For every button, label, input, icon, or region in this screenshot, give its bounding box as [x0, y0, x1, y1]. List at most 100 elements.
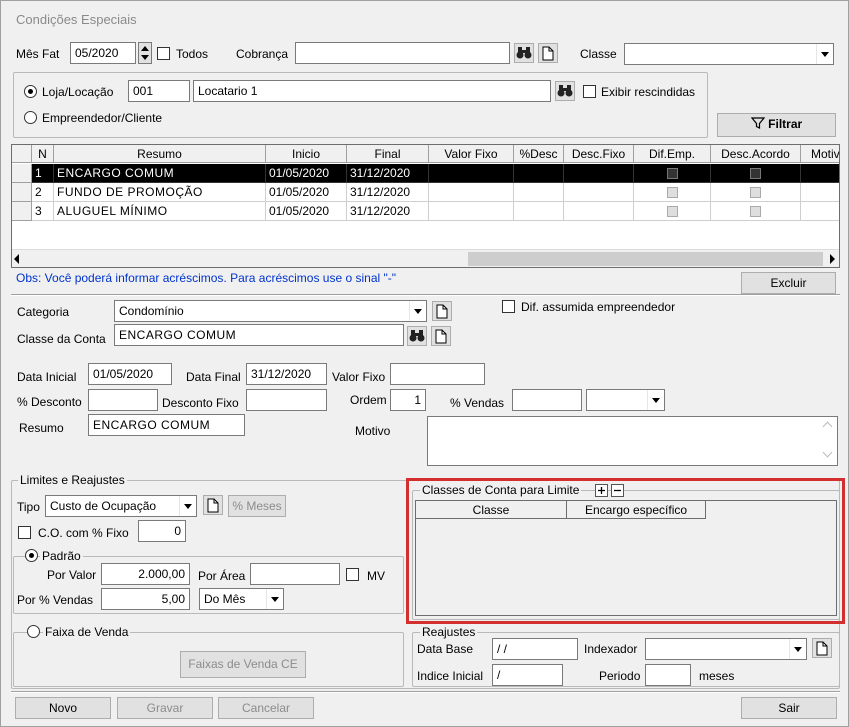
cell-motivo: [801, 164, 839, 183]
grid-horizontal-scrollbar[interactable]: [12, 249, 839, 267]
por-valor-input[interactable]: 2.000,00: [101, 563, 190, 585]
cell-desc-fixo: [564, 183, 634, 202]
periodo-select[interactable]: Do Mês: [199, 588, 284, 610]
pct-desconto-input[interactable]: [88, 389, 158, 411]
grid-header-inicio[interactable]: Inicio: [266, 145, 347, 163]
categoria-new-button[interactable]: [432, 301, 452, 321]
chevron-down-icon: [266, 589, 283, 609]
gravar-button[interactable]: Gravar: [117, 697, 213, 719]
por-vendas-input[interactable]: 5,00: [101, 588, 190, 610]
mes-fat-spinner[interactable]: [138, 42, 152, 64]
chevron-down-icon: [789, 639, 806, 659]
grid-header-pct-desc[interactable]: %Desc: [514, 145, 564, 163]
plus-icon: [598, 487, 605, 494]
filtrar-button[interactable]: Filtrar: [717, 113, 836, 137]
grid-header-n[interactable]: N: [32, 145, 54, 163]
grid-header-motivo[interactable]: Motiv: [801, 145, 839, 163]
motivo-scrollbar[interactable]: [820, 417, 837, 465]
cancelar-button[interactable]: Cancelar: [218, 697, 314, 719]
faixa-radio[interactable]: [27, 625, 40, 638]
motivo-textarea[interactable]: [427, 416, 838, 466]
meses-label: meses: [699, 669, 735, 683]
desc-acordo-checkbox-icon: [750, 168, 761, 180]
data-base-input[interactable]: / /: [492, 638, 578, 660]
grid-header-final[interactable]: Final: [347, 145, 429, 163]
pct-vendas-period-select[interactable]: [586, 389, 665, 411]
desconto-fixo-input[interactable]: [246, 389, 327, 411]
pct-desconto-label: % Desconto: [17, 395, 82, 409]
cell-dif-emp[interactable]: [634, 164, 711, 183]
tipo-new-button[interactable]: [203, 495, 223, 515]
loja-search-button[interactable]: [555, 81, 575, 101]
conditions-grid[interactable]: N Resumo Inicio Final Valor Fixo %Desc D…: [11, 144, 840, 268]
dif-assumida-checkbox[interactable]: [502, 300, 515, 313]
loja-radio[interactable]: [24, 85, 37, 98]
dif-assumida-label: Dif. assumida empreendedor: [521, 300, 676, 314]
todos-checkbox[interactable]: [157, 47, 170, 60]
co-fixo-checkbox[interactable]: [18, 526, 31, 539]
classe-conta-search-button[interactable]: [407, 326, 427, 346]
classes-header-encargo[interactable]: Encargo específico: [567, 501, 706, 519]
tipo-select[interactable]: Custo de Ocupação: [45, 495, 197, 517]
pct-vendas-input[interactable]: [512, 389, 582, 411]
por-area-label: Por Área: [198, 569, 246, 583]
cell-n: 1: [32, 164, 54, 183]
indexador-select[interactable]: [645, 638, 807, 660]
classe-conta-new-button[interactable]: [431, 326, 451, 346]
cell-desc-acordo[interactable]: [711, 164, 801, 183]
grid-header-dif-emp[interactable]: Dif.Emp.: [634, 145, 711, 163]
valor-fixo-input[interactable]: [390, 363, 485, 385]
scroll-down-icon[interactable]: [822, 447, 833, 458]
cobranca-new-button[interactable]: [538, 43, 558, 63]
resumo-input[interactable]: ENCARGO COMUM: [88, 414, 245, 436]
cobranca-input[interactable]: [295, 42, 510, 64]
padrao-radio[interactable]: [25, 549, 38, 562]
grid-header-resumo[interactable]: Resumo: [54, 145, 266, 163]
grid-header-desc-fixo[interactable]: Desc.Fixo: [564, 145, 634, 163]
row-indicator: [12, 202, 32, 221]
mes-fat-input[interactable]: 05/2020: [70, 42, 136, 64]
remove-class-button[interactable]: [611, 484, 624, 497]
scroll-up-icon[interactable]: [822, 421, 833, 432]
cell-inicio: 01/05/2020: [266, 202, 347, 221]
categoria-select[interactable]: Condomínio: [114, 300, 427, 322]
add-class-button[interactable]: [595, 484, 608, 497]
scroll-left-icon[interactable]: [14, 254, 19, 264]
co-fixo-input[interactable]: 0: [138, 520, 186, 542]
cell-valor-fixo: [429, 183, 514, 202]
empreendedor-radio[interactable]: [24, 111, 37, 124]
classe-conta-input[interactable]: ENCARGO COMUM: [114, 324, 404, 346]
document-icon: [435, 329, 447, 343]
cell-dif-emp[interactable]: [634, 202, 711, 221]
novo-button[interactable]: Novo: [15, 697, 111, 719]
classes-header-classe[interactable]: Classe: [416, 501, 567, 519]
mv-checkbox[interactable]: [346, 568, 359, 581]
indexador-new-button[interactable]: [812, 638, 832, 658]
classe-select[interactable]: [624, 43, 834, 65]
exibir-rescindidas-checkbox[interactable]: [583, 85, 596, 98]
data-final-input[interactable]: 31/12/2020: [246, 363, 327, 385]
faixas-venda-button[interactable]: Faixas de Venda CE: [180, 651, 306, 678]
indice-inicial-input[interactable]: /: [492, 664, 563, 686]
chevron-down-icon: [647, 390, 664, 410]
data-inicial-input[interactable]: 01/05/2020: [88, 363, 172, 385]
grid-header-valor-fixo[interactable]: Valor Fixo: [429, 145, 514, 163]
ordem-input[interactable]: 1: [390, 389, 426, 411]
grid-header-desc-acordo[interactable]: Desc.Acordo: [711, 145, 801, 163]
por-area-input[interactable]: [250, 563, 340, 585]
cell-pct-desc: [514, 164, 564, 183]
cell-dif-emp[interactable]: [634, 183, 711, 202]
cobranca-search-button[interactable]: [514, 43, 534, 63]
loja-code-input[interactable]: 001: [128, 80, 190, 102]
sair-button[interactable]: Sair: [741, 697, 837, 719]
classes-limite-grid[interactable]: Classe Encargo específico: [415, 500, 837, 616]
scroll-right-icon[interactable]: [830, 254, 835, 264]
loja-name-input[interactable]: Locatario 1: [193, 80, 551, 102]
meses-button[interactable]: % Meses: [228, 495, 286, 517]
cell-n: 3: [32, 202, 54, 221]
cell-desc-acordo[interactable]: [711, 202, 801, 221]
excluir-button[interactable]: Excluir: [741, 272, 836, 294]
periodo-input[interactable]: [645, 664, 691, 686]
scroll-thumb[interactable]: [468, 252, 823, 266]
cell-desc-acordo[interactable]: [711, 183, 801, 202]
